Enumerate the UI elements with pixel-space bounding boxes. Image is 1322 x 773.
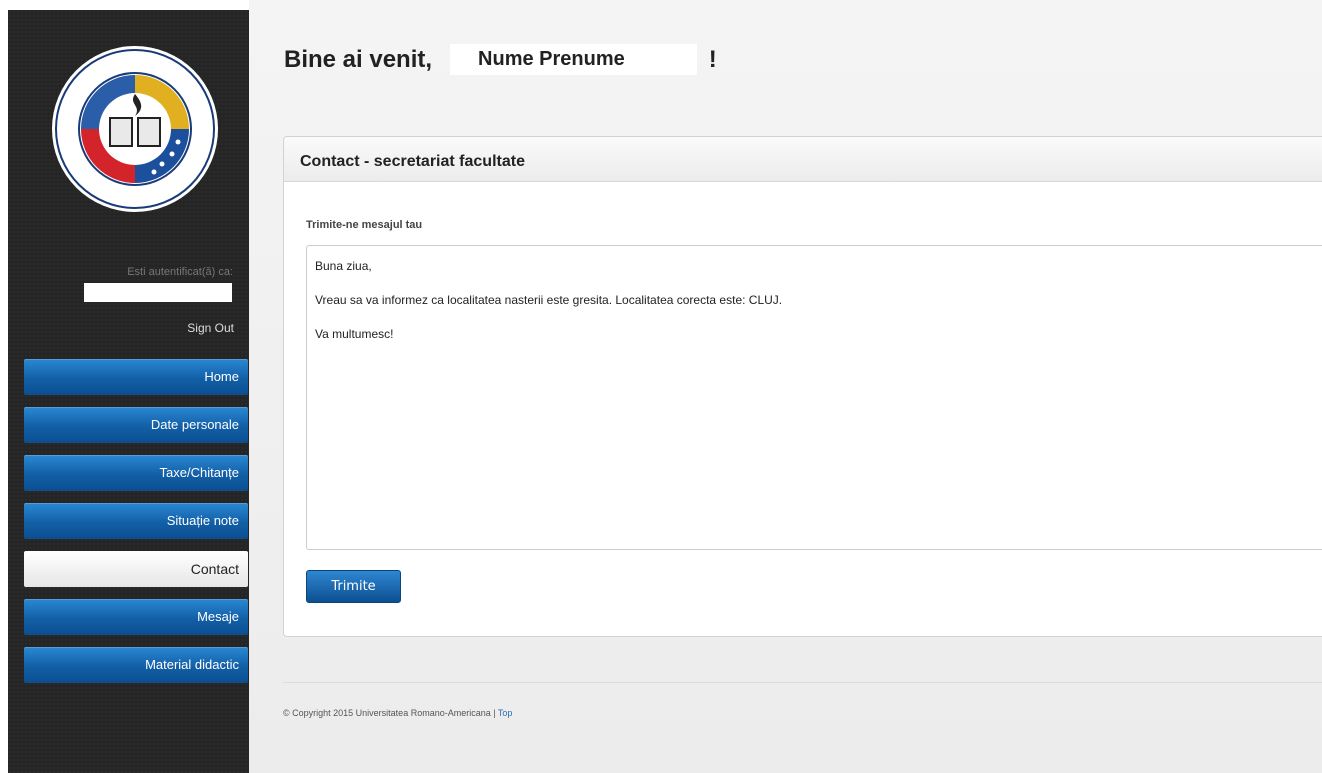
nav-item-home[interactable]: Home [24,359,248,395]
university-logo [52,46,218,212]
message-line: Buna ziua, [315,259,372,273]
welcome-exclaim: ! [708,45,717,73]
message-line: Vreau sa va informez ca localitatea nast… [315,293,783,308]
contact-panel: Contact - secretariat facultate Trimite-… [283,136,1322,637]
nav-item-situatie-note[interactable]: Situație note [24,503,248,539]
welcome-heading: Bine ai venit, Nume Prenume ! [284,44,717,75]
user-name: Nume Prenume [450,44,697,75]
main-content: Bine ai venit, Nume Prenume ! Contact - … [249,0,1322,773]
nav-item-mesaje[interactable]: Mesaje [24,599,248,635]
nav-item-taxe-chitante[interactable]: Taxe/Chitanțe [24,455,248,491]
welcome-text: Bine ai venit, [284,45,433,73]
nav-item-date-personale[interactable]: Date personale [24,407,248,443]
authenticated-user-box [84,283,232,302]
auth-label: Esti autentificat(ă) ca: [127,266,233,278]
sidebar: Esti autentificat(ă) ca: Sign Out Home D… [8,10,249,773]
message-field-label: Trimite-ne mesajul tau [306,219,423,231]
panel-title: Contact - secretariat facultate [284,137,1322,182]
message-textarea[interactable]: Buna ziua, Vreau sa va informez ca local… [306,245,1322,550]
footer-divider [283,682,1322,683]
footer: © Copyright 2015 Universitatea Romano-Am… [283,708,512,718]
message-line: Va multumesc! [315,327,394,342]
copyright-text: © Copyright 2015 Universitatea Romano-Am… [283,708,496,718]
nav-item-contact[interactable]: Contact [24,551,248,587]
page: Esti autentificat(ă) ca: Sign Out Home D… [0,0,1322,773]
nav-item-material-didactic[interactable]: Material didactic [24,647,248,683]
top-link[interactable]: Top [498,708,513,718]
send-button[interactable]: Trimite [306,570,401,603]
sign-out-link[interactable]: Sign Out [187,321,234,335]
main-nav: Home Date personale Taxe/Chitanțe Situaț… [24,359,248,695]
